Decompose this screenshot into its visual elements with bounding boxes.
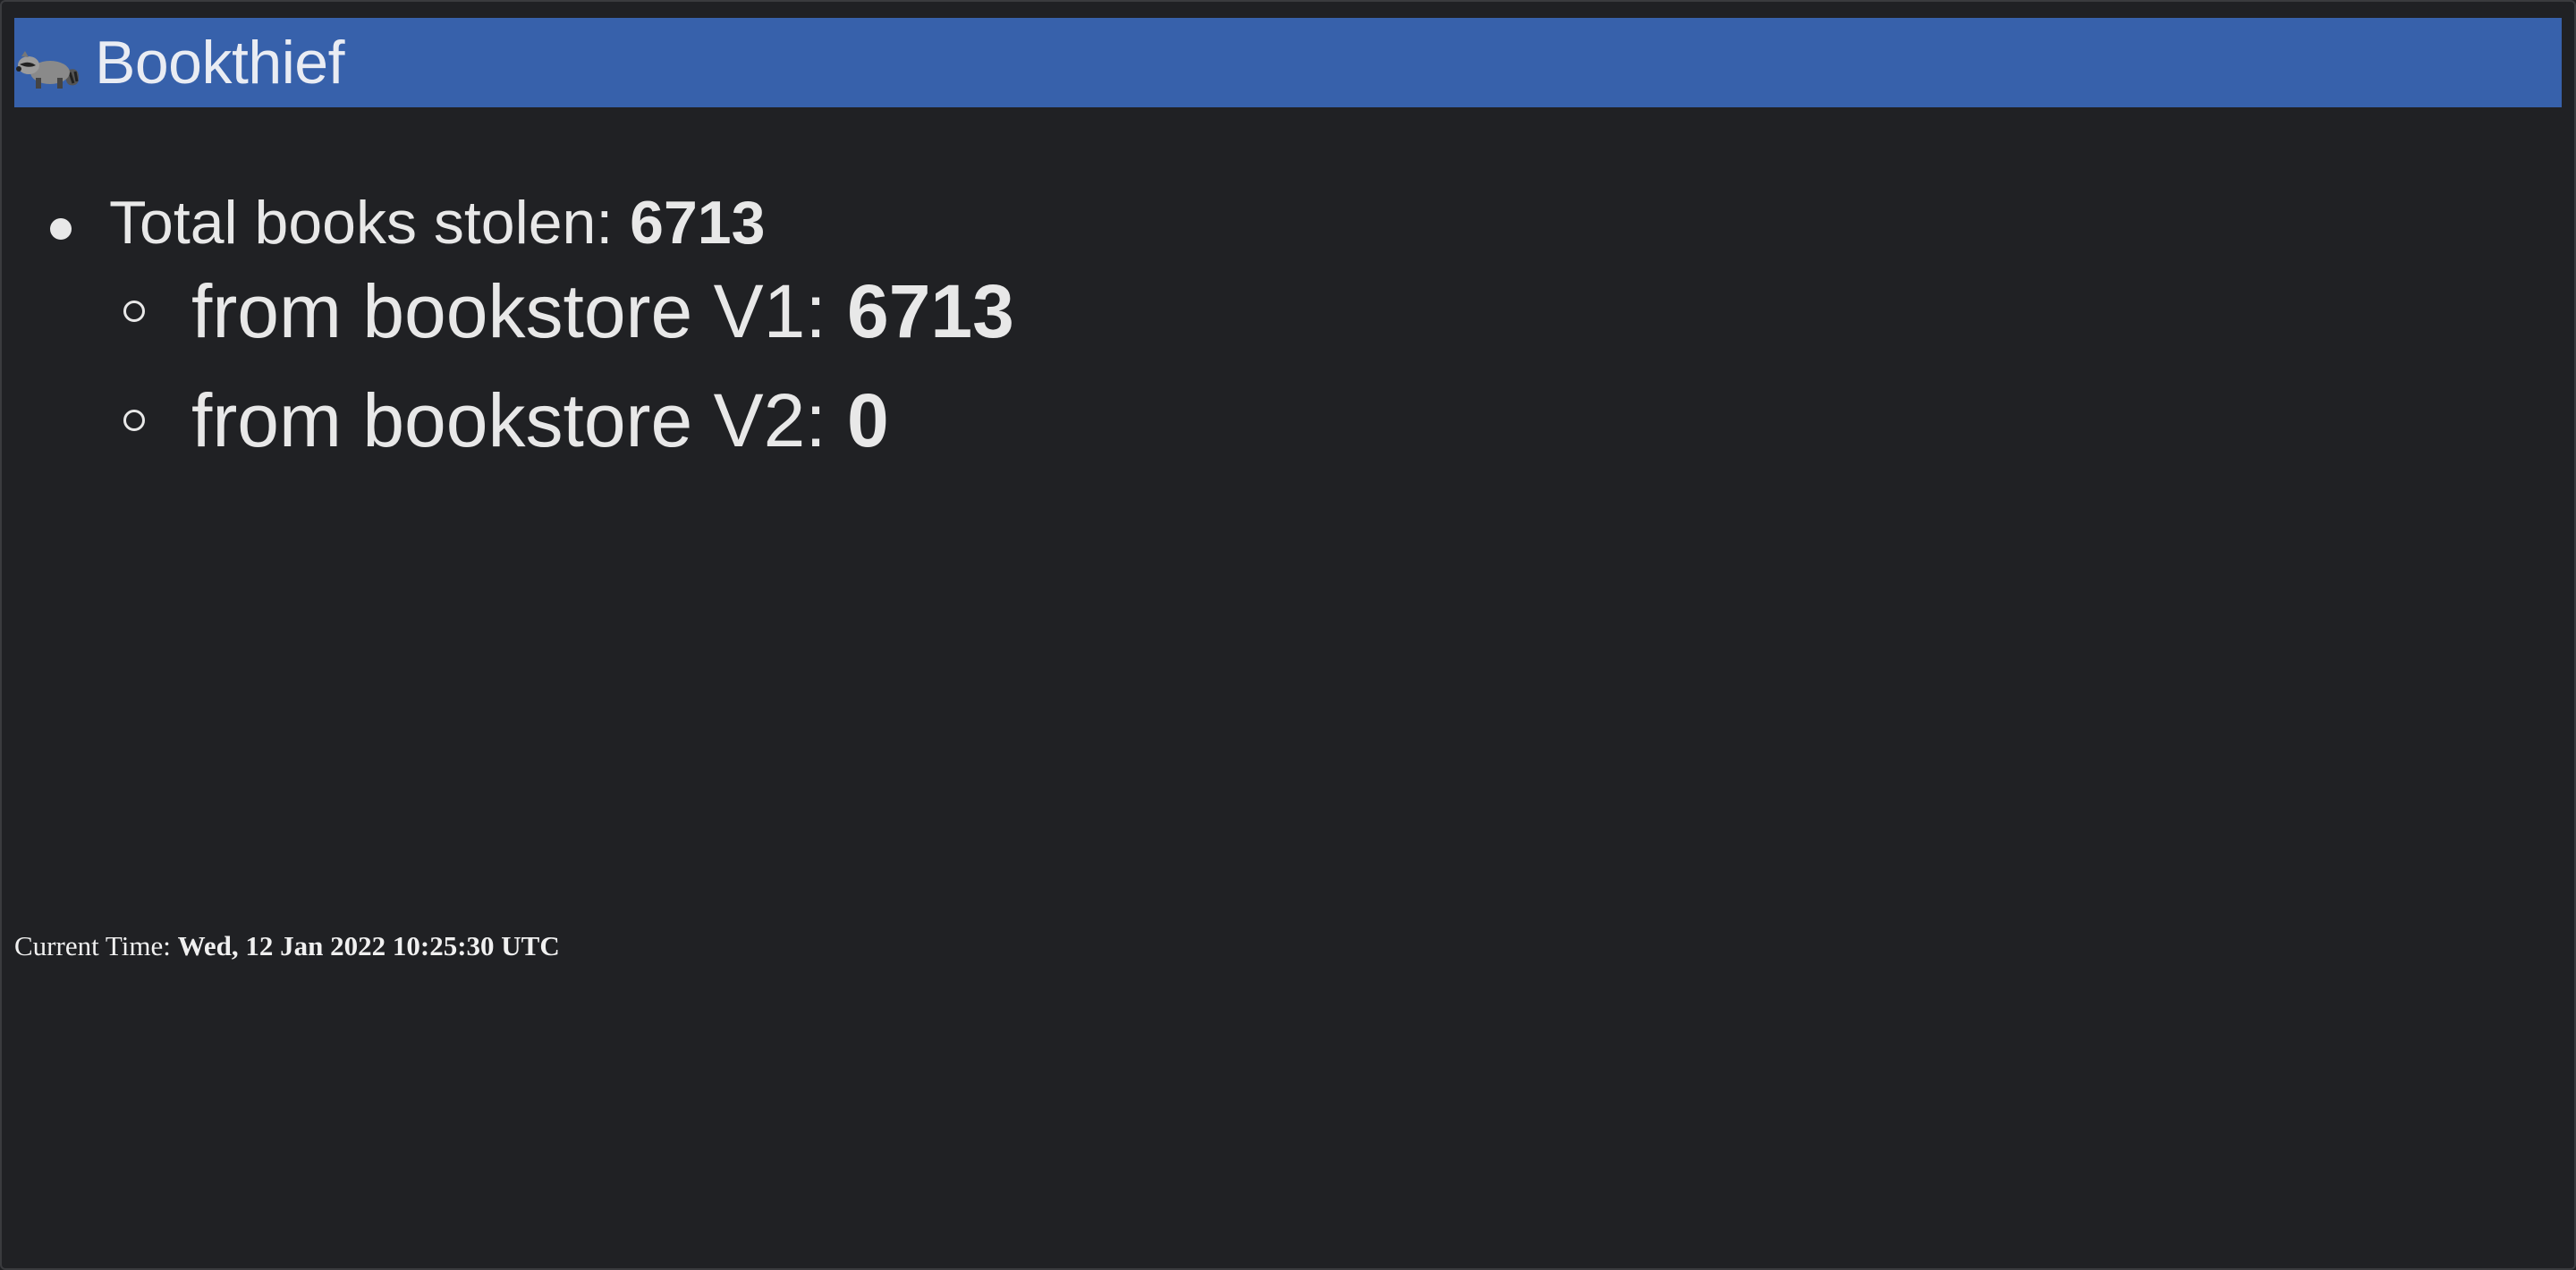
raccoon-icon — [16, 38, 80, 92]
current-time-value: Wed, 12 Jan 2022 10:25:30 UTC — [177, 930, 560, 961]
bullet-circle-icon — [123, 410, 145, 431]
source-label: from bookstore V2: — [191, 378, 847, 462]
app-title: Bookthief — [95, 29, 345, 97]
total-value: 6713 — [630, 189, 766, 257]
source-label: from bookstore V1: — [191, 269, 847, 353]
source-value: 0 — [847, 378, 889, 462]
total-label: Total books stolen: — [109, 189, 631, 257]
current-time-label: Current Time: — [14, 930, 178, 961]
bullet-disc-icon — [50, 218, 72, 240]
current-time: Current Time: Wed, 12 Jan 2022 10:25:30 … — [14, 930, 560, 962]
bullet-circle-icon — [123, 301, 145, 322]
app-header: Bookthief — [14, 18, 2562, 107]
source-value: 6713 — [847, 269, 1014, 353]
